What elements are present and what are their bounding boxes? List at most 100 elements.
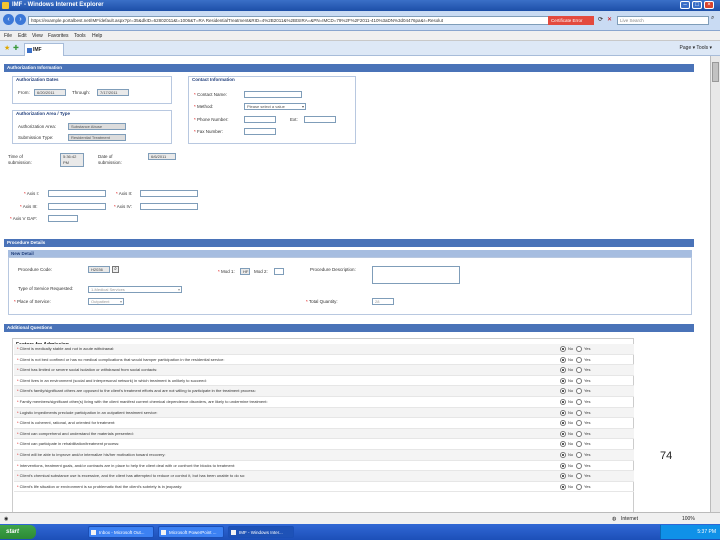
radio-no[interactable] (560, 346, 566, 352)
radio-no[interactable] (560, 409, 566, 416)
mod2-input[interactable] (274, 268, 284, 275)
question-text: Client's life situation or environment i… (19, 483, 183, 489)
axis4-input[interactable] (140, 203, 198, 210)
maximize-button[interactable]: □ (692, 1, 702, 9)
taskbar: start Inbox - Microsoft Out... Microsoft… (0, 524, 720, 540)
radio-yes[interactable] (576, 430, 582, 437)
clock: 5:37 PM (697, 529, 716, 535)
question-row: * Logistic impediments preclude particip… (14, 407, 634, 419)
radio-no[interactable] (560, 473, 566, 480)
radio-no[interactable] (560, 388, 566, 395)
menu-view[interactable]: View (32, 33, 43, 39)
through-label: Through: (72, 90, 91, 95)
contact-name-input[interactable] (244, 91, 302, 98)
procedure-code-field[interactable]: H2036 (88, 266, 110, 273)
radio-yes[interactable] (576, 441, 582, 448)
menu-help[interactable]: Help (92, 33, 102, 39)
dates-title: Authorization Dates (16, 77, 59, 82)
axis1-input[interactable] (48, 190, 106, 197)
radio-no-label: No (568, 462, 574, 468)
menu-file[interactable]: File (4, 33, 12, 39)
task-outlook-label: Inbox - Microsoft Out... (99, 530, 145, 535)
question-text: Client is medically stable and not in ac… (19, 346, 115, 351)
radio-yes[interactable] (576, 409, 582, 416)
total-quantity-input[interactable]: 28 (372, 298, 394, 305)
radio-yes[interactable] (576, 388, 582, 395)
question-text: Client will be able to improve and/or in… (19, 451, 166, 457)
service-type-select[interactable]: 1-Medical Services (88, 286, 182, 293)
radio-no[interactable] (560, 441, 566, 448)
scrollbar-thumb[interactable] (712, 62, 719, 82)
task-outlook[interactable]: Inbox - Microsoft Out... (88, 526, 154, 538)
axis4-label: Axis IV: (116, 204, 132, 209)
task-ie[interactable]: IMF - Windows Inter... (228, 526, 294, 538)
radio-no[interactable] (560, 377, 566, 384)
radio-no[interactable] (560, 451, 566, 458)
radio-yes-label: Yes (584, 462, 591, 468)
radio-yes[interactable] (576, 356, 582, 363)
menu-favorites[interactable]: Favorites (48, 33, 69, 39)
tab-imf[interactable]: IMF (24, 43, 64, 56)
refresh-icon[interactable]: ⟳ (598, 16, 603, 23)
favorites-star-icon[interactable]: ★ (4, 44, 10, 52)
axis2-input[interactable] (140, 190, 198, 197)
radio-yes[interactable] (576, 346, 582, 352)
axis3-input[interactable] (48, 203, 106, 210)
certificate-error-badge[interactable]: Certificate Error (548, 16, 594, 25)
fax-input[interactable] (244, 128, 276, 135)
close-button[interactable]: × (704, 1, 714, 9)
radio-no[interactable] (560, 398, 566, 405)
lookup-icon[interactable]: ⌕ (112, 266, 119, 273)
zoom-level[interactable]: 100% (682, 516, 695, 522)
radio-no[interactable] (560, 462, 566, 469)
radio-no[interactable] (560, 430, 566, 437)
radio-yes-label: Yes (584, 451, 591, 457)
radio-yes[interactable] (576, 398, 582, 405)
minimize-button[interactable]: – (680, 1, 690, 9)
axis5-input[interactable] (48, 215, 78, 222)
mod1-label: Mod 1: (221, 269, 235, 274)
radio-yes[interactable] (576, 473, 582, 480)
back-icon[interactable]: ‹ (3, 14, 14, 25)
search-icon[interactable]: ⌕ (711, 15, 714, 22)
address-input[interactable]: https://example.portalbest.net/IMF/defau… (28, 16, 556, 25)
search-input[interactable]: Live Search (617, 16, 709, 25)
radio-no-label: No (568, 367, 574, 373)
total-quantity-label: Total Quantity: (308, 299, 338, 304)
radio-no-label: No (568, 451, 574, 457)
tab-bar: ★ ✚ IMF Page ▾ Tools ▾ (0, 41, 720, 56)
stop-icon[interactable]: ✕ (607, 16, 612, 23)
task-powerpoint[interactable]: Microsoft PowerPoint ... (158, 526, 224, 538)
radio-yes[interactable] (576, 367, 582, 374)
radio-yes[interactable] (576, 462, 582, 469)
method-select[interactable]: Please select a value (244, 103, 306, 110)
phone-input[interactable] (244, 116, 276, 123)
radio-yes[interactable] (576, 377, 582, 384)
ext-input[interactable] (304, 116, 336, 123)
mod1-field[interactable]: HF (240, 268, 250, 275)
outlook-icon (91, 530, 96, 535)
page-tools-menu[interactable]: Page ▾ Tools ▾ (680, 45, 712, 51)
forward-icon[interactable]: › (15, 14, 26, 25)
menu-edit[interactable]: Edit (18, 33, 27, 39)
start-button[interactable]: start (0, 525, 36, 539)
radio-no[interactable] (560, 367, 566, 374)
mod2-label: Mod 2: (254, 269, 268, 274)
time-label: Time of submission: (8, 154, 32, 165)
radio-yes-label: Yes (584, 367, 591, 373)
radio-no[interactable] (560, 420, 566, 427)
vertical-scrollbar[interactable] (710, 56, 720, 512)
slide-number: 74 (660, 450, 673, 462)
place-of-service-label: Place of Service: (17, 299, 51, 304)
add-favorite-icon[interactable]: ✚ (13, 44, 19, 52)
place-of-service-select[interactable]: Outpatient (88, 298, 124, 305)
procedure-description-field[interactable] (372, 266, 460, 284)
radio-yes[interactable] (576, 483, 582, 490)
menu-tools[interactable]: Tools (74, 33, 86, 39)
radio-no[interactable] (560, 483, 566, 490)
area-type-title: Authorization Area / Type (16, 111, 71, 116)
radio-no-label: No (568, 441, 574, 447)
radio-yes[interactable] (576, 451, 582, 458)
radio-yes[interactable] (576, 420, 582, 427)
radio-no[interactable] (560, 356, 566, 363)
